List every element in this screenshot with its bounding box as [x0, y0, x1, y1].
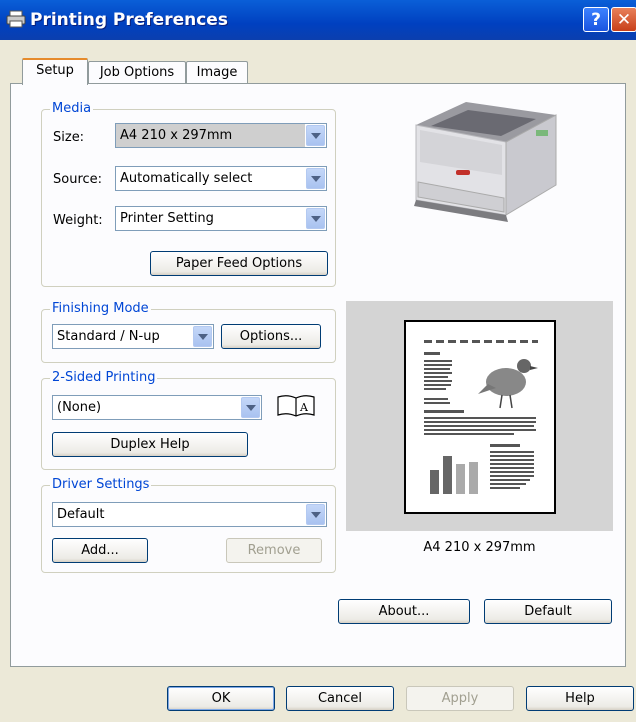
- printing-preferences-window: Printing Preferences ? ✕ Setup Job Optio…: [0, 0, 636, 722]
- two-sided-legend: 2-Sided Printing: [50, 370, 158, 386]
- cancel-button[interactable]: Cancel: [286, 686, 394, 711]
- close-button[interactable]: ✕: [611, 7, 636, 32]
- duplex-help-button[interactable]: Duplex Help: [52, 432, 248, 457]
- help-button[interactable]: Help: [526, 686, 634, 711]
- chevron-down-icon[interactable]: [306, 208, 325, 229]
- paper-feed-options-button[interactable]: Paper Feed Options: [150, 251, 328, 276]
- preview-caption: A4 210 x 297mm: [423, 540, 536, 555]
- duplex-select[interactable]: (None): [52, 395, 262, 420]
- driver-legend: Driver Settings: [50, 477, 152, 493]
- remove-driver-setting-button: Remove: [226, 538, 322, 563]
- default-button[interactable]: Default: [484, 599, 612, 624]
- book-duplex-icon: A: [277, 395, 315, 417]
- weight-label: Weight:: [53, 213, 103, 228]
- size-value: A4 210 x 297mm: [116, 124, 305, 147]
- chevron-down-icon[interactable]: [306, 168, 325, 189]
- finishing-mode-select[interactable]: Standard / N-up: [52, 324, 214, 349]
- close-icon: ✕: [616, 10, 632, 30]
- tab-job-options[interactable]: Job Options: [88, 61, 186, 83]
- finishing-mode-value: Standard / N-up: [57, 329, 160, 344]
- tab-image[interactable]: Image: [186, 61, 248, 83]
- finishing-options-button[interactable]: Options...: [221, 324, 321, 349]
- source-label: Source:: [53, 172, 103, 187]
- weight-select[interactable]: Printer Setting: [115, 206, 327, 231]
- add-driver-setting-button[interactable]: Add...: [52, 538, 148, 563]
- page-preview: [404, 320, 556, 514]
- ok-button[interactable]: OK: [167, 686, 275, 711]
- help-title-button[interactable]: ?: [583, 7, 609, 32]
- tab-image-label: Image: [196, 65, 238, 80]
- svg-text:A: A: [299, 401, 309, 414]
- about-button[interactable]: About...: [338, 599, 470, 624]
- chevron-down-icon[interactable]: [241, 397, 260, 418]
- source-value: Automatically select: [120, 171, 253, 186]
- duplex-value: (None): [57, 400, 102, 415]
- help-icon: ?: [591, 10, 601, 30]
- chevron-down-icon[interactable]: [193, 326, 212, 347]
- printer-image: [414, 102, 557, 222]
- media-legend: Media: [50, 101, 94, 117]
- weight-value: Printer Setting: [120, 211, 214, 226]
- printer-icon: [6, 10, 26, 28]
- chevron-down-icon[interactable]: [306, 125, 325, 146]
- apply-button: Apply: [406, 686, 514, 711]
- tab-setup[interactable]: Setup: [22, 58, 88, 85]
- driver-settings-value: Default: [57, 507, 105, 522]
- window-title: Printing Preferences: [30, 10, 228, 30]
- title-bar[interactable]: Printing Preferences ? ✕: [0, 0, 636, 40]
- chevron-down-icon[interactable]: [306, 504, 325, 525]
- tab-job-options-label: Job Options: [99, 65, 175, 80]
- finishing-legend: Finishing Mode: [50, 301, 151, 317]
- size-label: Size:: [53, 130, 85, 145]
- source-select[interactable]: Automatically select: [115, 166, 327, 191]
- driver-settings-select[interactable]: Default: [52, 502, 327, 527]
- tab-setup-label: Setup: [36, 63, 74, 78]
- size-select[interactable]: A4 210 x 297mm: [115, 123, 327, 148]
